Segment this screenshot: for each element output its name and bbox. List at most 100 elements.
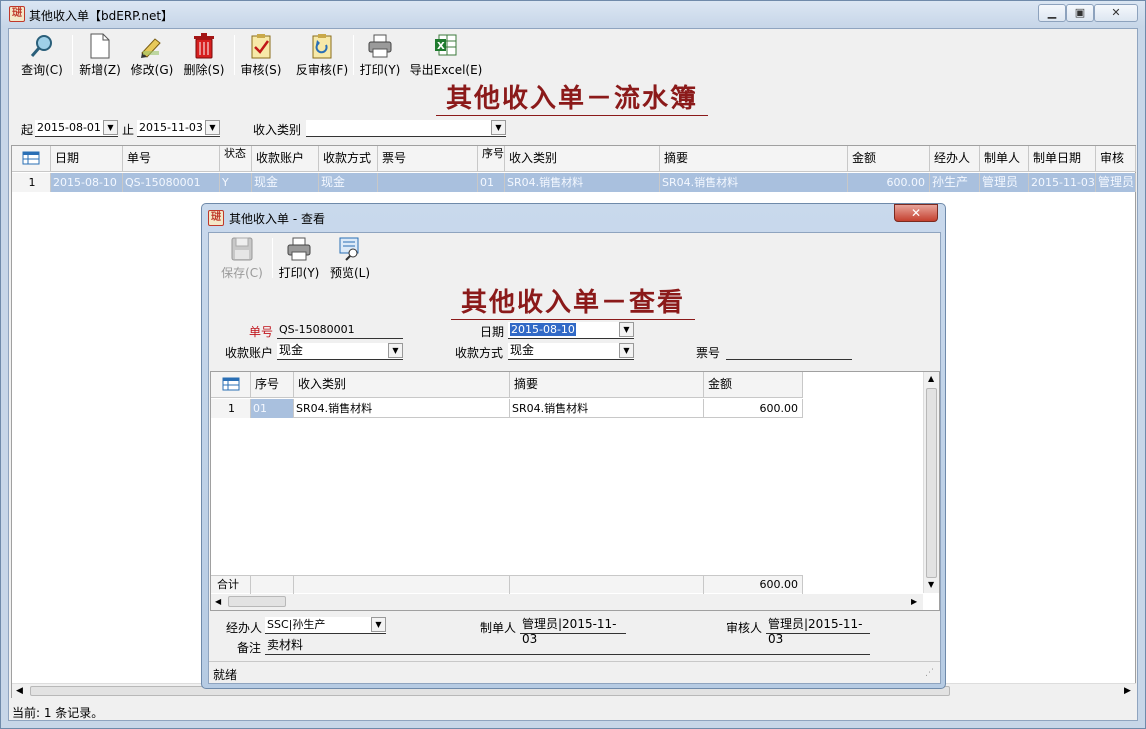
ticket-field[interactable] (726, 343, 852, 360)
col-header-make-date[interactable]: 制单日期 (1029, 146, 1096, 172)
table-row[interactable]: 1 01 SR04.销售材料 SR04.销售材料 600.00 (211, 399, 803, 418)
chevron-down-icon[interactable]: ▼ (619, 322, 634, 337)
save-button[interactable]: 保存(C) (219, 236, 265, 284)
dialog-close-button[interactable]: ✕ (894, 204, 938, 222)
total-row: 合计 600.00 (211, 575, 803, 594)
cell-account: 现金 (252, 173, 319, 192)
col-header-amount[interactable]: 金额 (848, 146, 930, 172)
col-header-date[interactable]: 日期 (51, 146, 123, 172)
cell-amount: 600.00 (848, 173, 930, 192)
delete-button[interactable]: 删除(S) (181, 33, 227, 81)
unapprove-button[interactable]: 反审核(F) (292, 33, 352, 81)
account-value: 现金 (279, 343, 304, 357)
scroll-right-icon[interactable]: ▶ (1124, 686, 1131, 696)
col-header-no[interactable]: 单号 (123, 146, 220, 172)
close-button[interactable]: ✕ (1094, 4, 1138, 22)
trash-icon (181, 33, 227, 59)
note-field[interactable]: 卖材料 (265, 638, 870, 655)
scroll-left-icon[interactable]: ◀ (16, 686, 23, 696)
col-header-maker[interactable]: 制单人 (980, 146, 1029, 172)
edit-icon (129, 33, 175, 59)
date-picker[interactable]: 2015-08-10 ▼ (508, 322, 634, 339)
category-label: 收入类别 (253, 123, 302, 137)
cell-auditor: 管理员 (1096, 173, 1136, 192)
export-excel-button[interactable]: X 导出Excel(E) (409, 33, 483, 81)
cell-make-date: 2015-11-03 (1029, 173, 1096, 192)
edit-label: 修改(G) (130, 63, 174, 77)
scroll-thumb[interactable] (926, 388, 937, 578)
grid-settings-icon[interactable] (12, 146, 51, 172)
query-button[interactable]: 查询(C) (19, 33, 65, 81)
svg-text:X: X (437, 41, 445, 52)
table-row[interactable]: 1 2015-08-10 QS-15080001 Y 现金 现金 01 SR04… (12, 173, 1136, 192)
category-select[interactable]: ▼ (306, 120, 506, 137)
col-header-category[interactable]: 收入类别 (505, 146, 660, 172)
col-header-handler[interactable]: 经办人 (930, 146, 980, 172)
to-date-picker[interactable]: 2015-11-03 ▼ (137, 120, 220, 137)
chevron-down-icon[interactable]: ▼ (491, 120, 506, 135)
grid-header: 日期 单号 状态 收款账户 收款方式 票号 序号 收入类别 摘要 金额 经办人 … (12, 146, 1136, 190)
method-select[interactable]: 现金 ▼ (508, 343, 634, 360)
scroll-down-icon[interactable]: ▼ (928, 580, 934, 589)
scroll-thumb[interactable] (228, 596, 286, 607)
preview-button[interactable]: 预览(L) (327, 236, 373, 284)
detail-col-seq[interactable]: 序号 (251, 372, 294, 398)
search-icon (19, 33, 65, 59)
new-button[interactable]: 新增(Z) (77, 33, 123, 81)
from-date-picker[interactable]: 2015-08-01 ▼ (35, 120, 118, 137)
excel-icon: X (409, 33, 483, 59)
detail-col-summary[interactable]: 摘要 (510, 372, 704, 398)
total-label: 合计 (211, 576, 251, 594)
col-header-method[interactable]: 收款方式 (319, 146, 378, 172)
dialog-print-button[interactable]: 打印(Y) (276, 236, 322, 284)
resize-grip-icon[interactable]: ⋰ (925, 668, 934, 678)
approve-button[interactable]: 审核(S) (238, 33, 284, 81)
cell-summary: SR04.销售材料 (660, 173, 848, 192)
col-header-account[interactable]: 收款账户 (252, 146, 319, 172)
main-toolbar: 查询(C) 新增(Z) 修改(G) 删除(S) 审核(S) 反审核(F) 打印(… (9, 29, 1137, 81)
title-bar: 琎 其他收入单【bdERP.net】 ▁ ▣ ✕ (1, 1, 1145, 27)
chevron-down-icon[interactable]: ▼ (619, 343, 634, 358)
scroll-left-icon[interactable]: ◀ (215, 597, 221, 606)
toolbar-separator (234, 35, 235, 75)
cell-status: Y (220, 173, 252, 192)
chevron-down-icon[interactable]: ▼ (388, 343, 403, 358)
chevron-down-icon[interactable]: ▼ (205, 120, 220, 135)
detail-horizontal-scrollbar[interactable]: ◀ ▶ (211, 594, 923, 610)
detail-cell-seq: 01 (251, 399, 294, 418)
detail-col-category[interactable]: 收入类别 (294, 372, 510, 398)
app-logo-icon: 琎 (9, 6, 25, 22)
dialog-print-label: 打印(Y) (278, 266, 320, 280)
note-value: 卖材料 (267, 638, 304, 652)
no-field[interactable]: QS-15080001 (277, 322, 403, 339)
col-header-status[interactable]: 状态 (220, 146, 252, 172)
date-label: 日期 (480, 325, 505, 339)
vertical-scrollbar[interactable]: ▲ ▼ (923, 372, 939, 593)
col-header-seq[interactable]: 序号 (478, 146, 505, 172)
new-document-icon (77, 33, 123, 59)
ticket-label: 票号 (696, 346, 721, 360)
minimize-button[interactable]: ▁ (1038, 4, 1066, 22)
grid-settings-icon[interactable] (211, 372, 251, 398)
print-button[interactable]: 打印(Y) (357, 33, 403, 81)
maker-label: 制单人 (480, 621, 517, 635)
method-value: 现金 (510, 343, 535, 357)
total-cell-blank (510, 576, 704, 594)
col-header-summary[interactable]: 摘要 (660, 146, 848, 172)
detail-col-amount[interactable]: 金额 (704, 372, 803, 398)
scroll-up-icon[interactable]: ▲ (928, 374, 934, 383)
scroll-right-icon[interactable]: ▶ (911, 597, 917, 606)
col-header-ticket[interactable]: 票号 (378, 146, 478, 172)
col-header-auditor[interactable]: 审核人 (1096, 146, 1136, 190)
cell-date: 2015-08-10 (51, 173, 123, 192)
edit-button[interactable]: 修改(G) (129, 33, 175, 81)
account-select[interactable]: 现金 ▼ (277, 343, 403, 360)
maximize-button[interactable]: ▣ (1066, 4, 1094, 22)
maker-field: 管理员|2015-11-03 (520, 617, 626, 646)
chevron-down-icon[interactable]: ▼ (371, 617, 386, 632)
cell-seq: 01 (478, 173, 505, 192)
handler-select[interactable]: SSC|孙生产 ▼ (265, 617, 386, 634)
no-value: QS-15080001 (279, 323, 355, 336)
detail-cell-amount: 600.00 (704, 399, 803, 418)
chevron-down-icon[interactable]: ▼ (103, 120, 118, 135)
